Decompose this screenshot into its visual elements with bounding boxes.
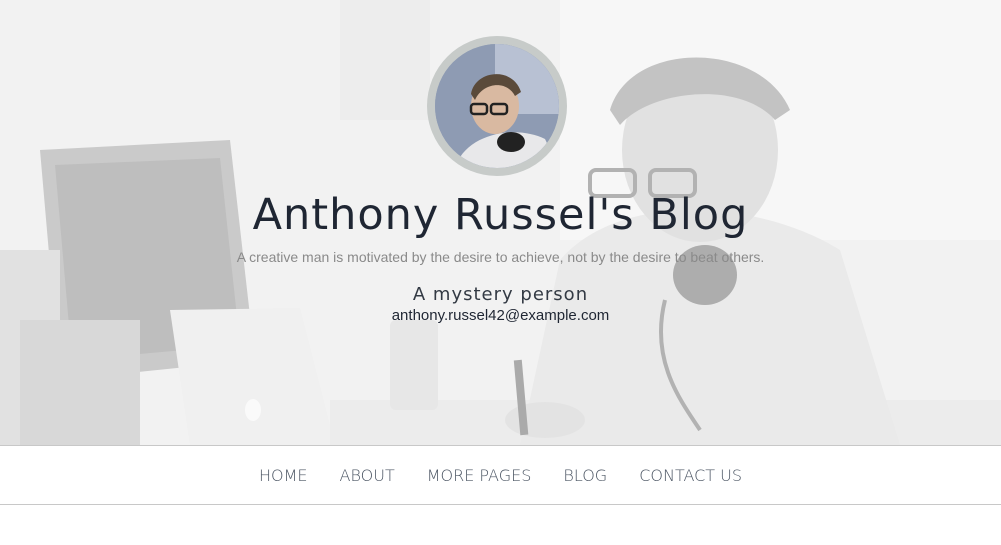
nav-item-more-pages[interactable]: MORE PAGES [427,466,532,485]
person-portrait-icon [435,44,559,168]
hero-banner: Anthony Russel's Blog A creative man is … [0,0,1001,445]
avatar [427,36,567,176]
author-email: anthony.russel42@example.com [391,307,610,324]
nav-list: HOME ABOUT MORE PAGES BLOG CONTACT US [0,446,1001,504]
nav-item-contact-us[interactable]: CONTACT US [639,466,742,485]
blog-tagline: A creative man is motivated by the desir… [236,249,765,265]
nav-item-blog[interactable]: BLOG [563,466,607,485]
page-title: Anthony Russel's Blog [252,190,749,240]
author-role: A mystery person [412,284,589,305]
main-nav: HOME ABOUT MORE PAGES BLOG CONTACT US [0,445,1001,505]
nav-item-home[interactable]: HOME [259,466,308,485]
nav-item-about[interactable]: ABOUT [340,466,395,485]
